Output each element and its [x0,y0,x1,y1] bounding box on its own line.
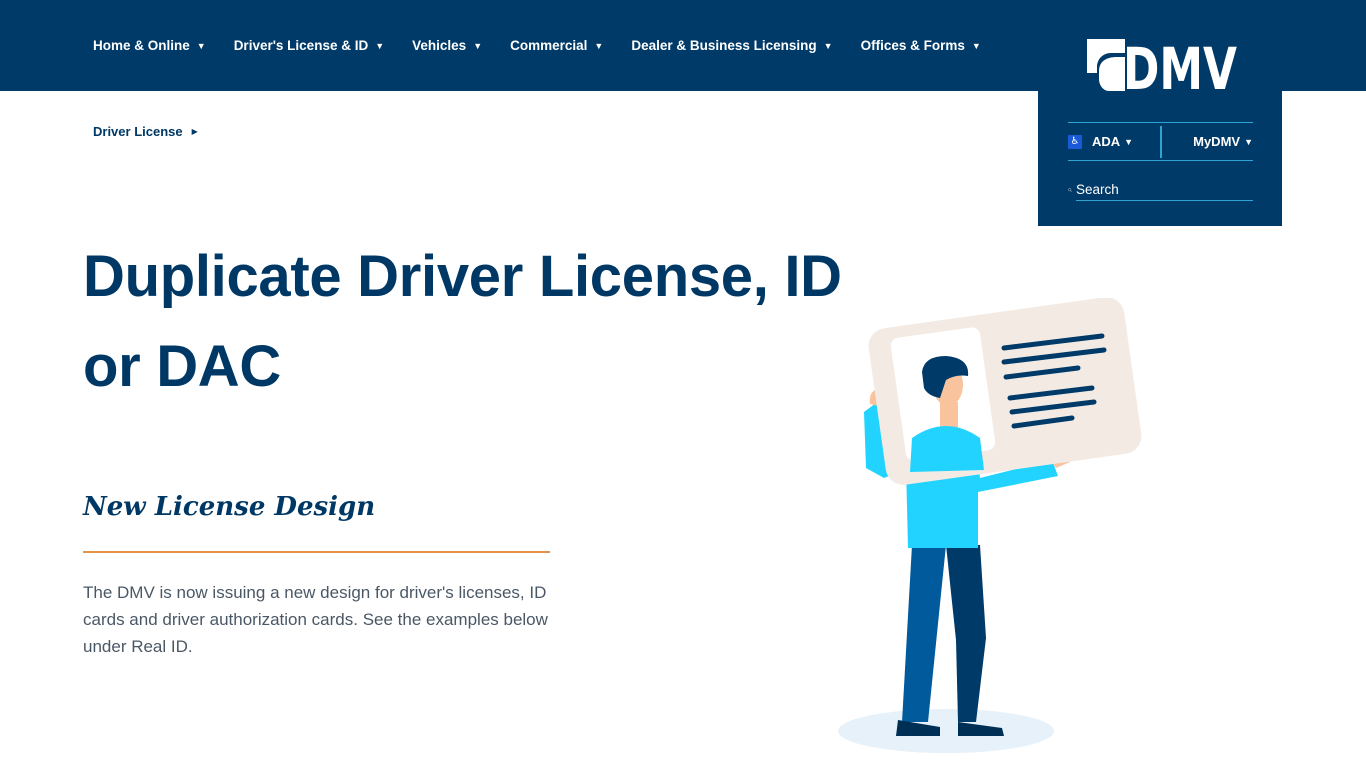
utility-panel: DMV ♿ ADA ▼ MyDMV ▼ [1038,0,1282,226]
nav-item-label: Offices & Forms [860,38,965,53]
main-nav: Home & Online ▼ Driver's License & ID ▼ … [93,0,1009,91]
page-title-line-1: Duplicate Driver License, ID [83,244,842,309]
ada-label: ADA [1092,134,1121,149]
nav-item-label: Vehicles [412,38,467,53]
caret-down-icon: ▼ [971,40,981,51]
caret-down-icon: ▼ [1244,136,1253,147]
search-icon[interactable] [1068,180,1072,200]
nav-item-offices-forms[interactable]: Offices & Forms ▼ [861,38,981,53]
search-bar [1068,178,1253,202]
person-holding-id-card-illustration [838,298,1142,753]
search-input[interactable] [1076,179,1253,201]
accessibility-icon: ♿ [1068,134,1082,149]
dmv-logo-link[interactable]: DMV [1085,35,1237,103]
caret-down-icon: ▼ [1124,136,1134,147]
dmv-logo-icon: DMV [1087,35,1237,103]
page-title: Duplicate Driver License, ID or DAC [83,232,843,412]
nav-item-label: Commercial [510,38,588,53]
breadcrumb: Driver License ▶ [93,124,198,139]
caret-right-icon: ▶ [191,127,198,136]
breadcrumb-item-driver-license[interactable]: Driver License [93,124,183,139]
caret-down-icon: ▼ [823,40,833,51]
caret-down-icon: ▼ [375,40,385,51]
page-title-line-2: or DAC [83,334,281,399]
logo-text: DMV [1123,37,1237,93]
utility-row: ♿ ADA ▼ MyDMV ▼ [1068,122,1253,161]
section-divider [83,551,550,553]
section-heading: New License Design [83,492,376,522]
nav-item-drivers-license-id[interactable]: Driver's License & ID ▼ [234,38,384,53]
body-text: The DMV is now issuing a new design for … [83,583,548,656]
nav-item-label: Dealer & Business Licensing [631,38,817,53]
caret-down-icon: ▼ [196,40,206,51]
nav-item-commercial[interactable]: Commercial ▼ [510,38,603,53]
ada-button[interactable]: ♿ ADA ▼ [1068,123,1160,160]
nav-item-dealer-business-licensing[interactable]: Dealer & Business Licensing ▼ [631,38,832,53]
mydmv-button[interactable]: MyDMV ▼ [1162,134,1253,149]
nav-item-label: Home & Online [93,38,190,53]
caret-down-icon: ▼ [594,40,604,51]
caret-down-icon: ▼ [473,40,483,51]
nav-item-label: Driver's License & ID [233,38,369,53]
nav-item-vehicles[interactable]: Vehicles ▼ [412,38,482,53]
mydmv-label: MyDMV [1193,134,1241,149]
nav-item-home-online[interactable]: Home & Online ▼ [93,38,206,53]
